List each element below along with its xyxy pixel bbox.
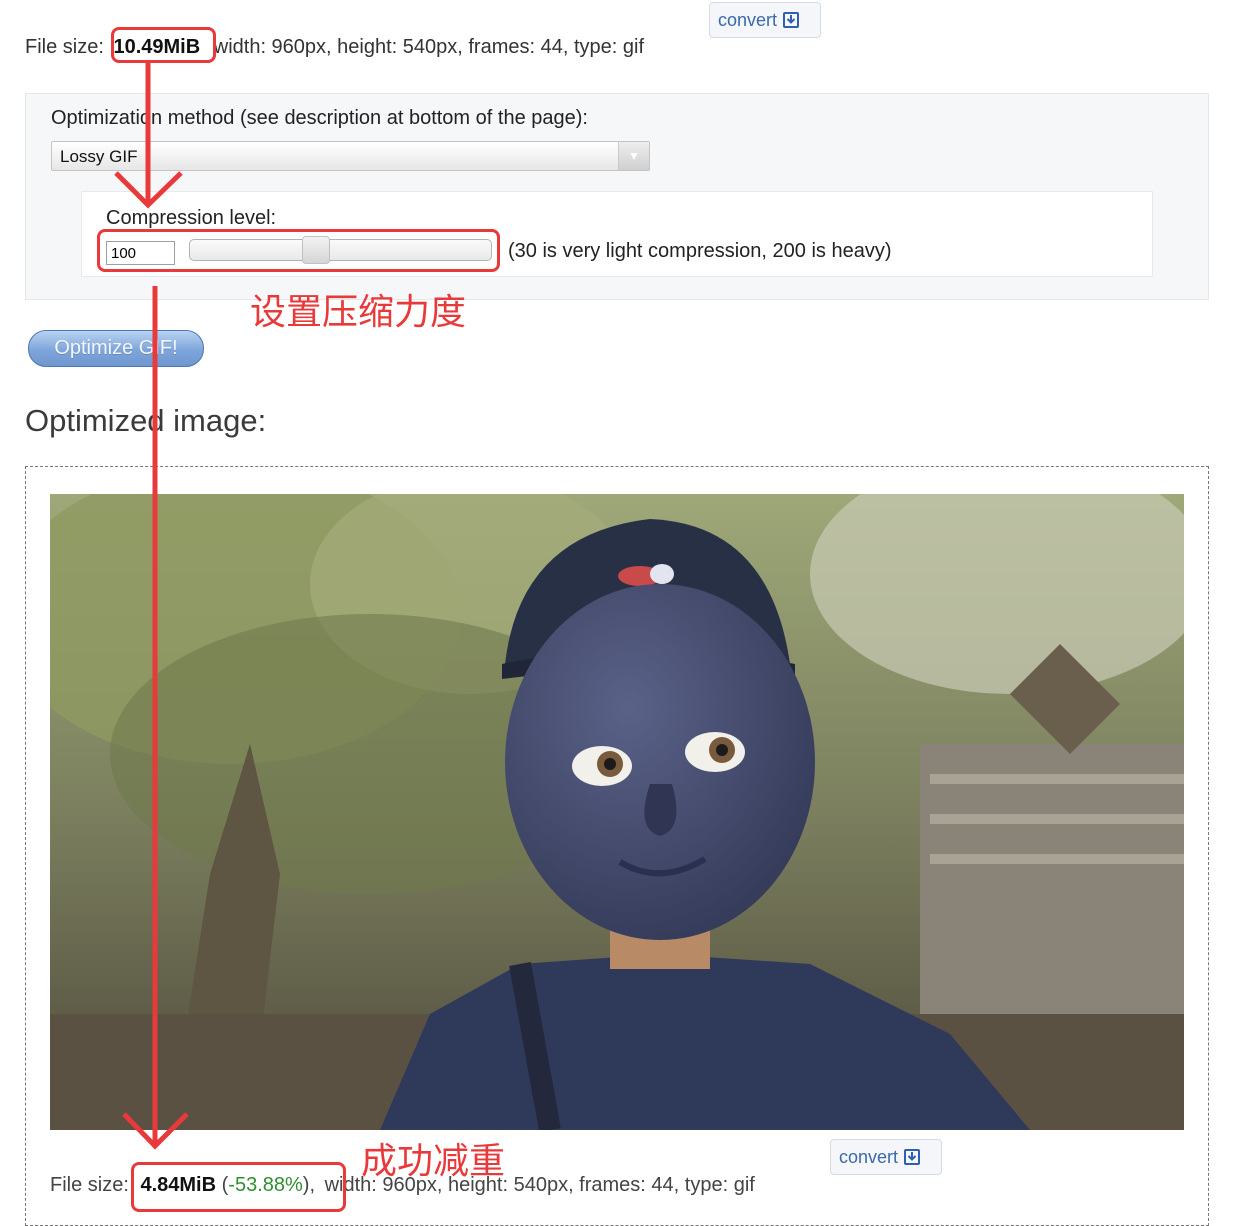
success-annotation: 成功减重: [361, 1141, 506, 1182]
annotation-arrows: [114, 63, 189, 1150]
compression-annotation: 设置压缩力度: [250, 292, 467, 333]
